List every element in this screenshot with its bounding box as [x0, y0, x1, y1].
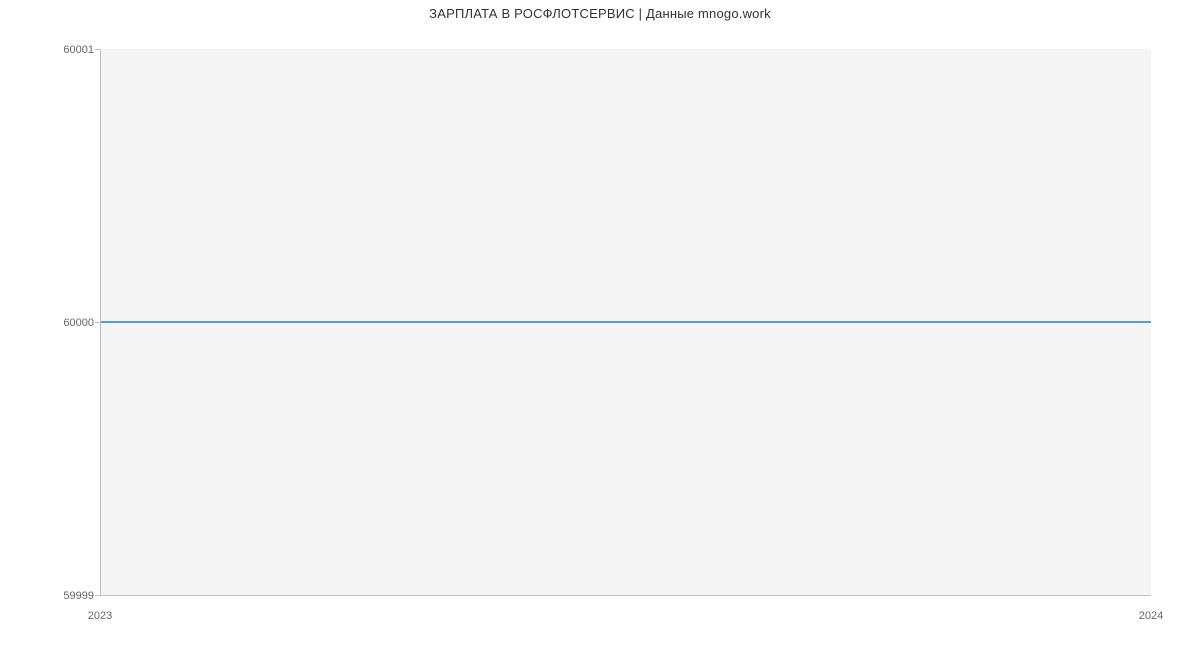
y-axis-tick-label: 59999	[44, 590, 94, 602]
y-axis-tick-label: 60001	[44, 44, 94, 56]
chart-title: ЗАРПЛАТА В РОСФЛОТСЕРВИС | Данные mnogo.…	[0, 6, 1200, 21]
plot-area	[100, 49, 1151, 596]
x-axis-tick-label: 2024	[1139, 610, 1163, 622]
data-line	[101, 321, 1151, 323]
y-axis-tick-label: 60000	[44, 317, 94, 329]
chart-container: ЗАРПЛАТА В РОСФЛОТСЕРВИС | Данные mnogo.…	[0, 0, 1200, 650]
x-axis-tick-label: 2023	[88, 610, 112, 622]
